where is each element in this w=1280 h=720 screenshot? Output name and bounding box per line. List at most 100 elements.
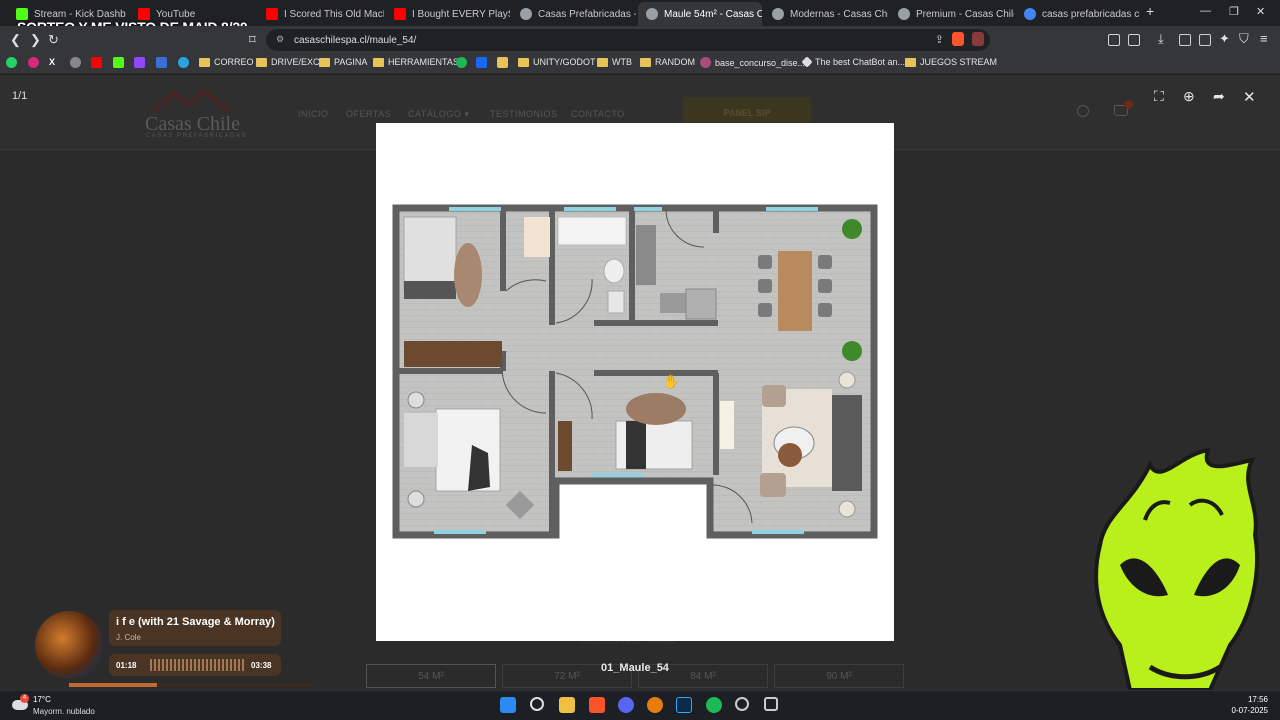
obs-icon[interactable]	[735, 697, 749, 711]
start-icon[interactable]	[500, 697, 516, 713]
new-tab-button[interactable]: +	[1146, 3, 1154, 19]
folder-icon	[640, 57, 651, 67]
spotify-icon[interactable]	[706, 697, 722, 713]
temperature: 17°C	[33, 695, 51, 704]
bookmark-base-concurso[interactable]: base_concurso_dise...	[700, 57, 805, 68]
reload-icon[interactable]: ↻	[48, 32, 59, 48]
bookmark-correo[interactable]: CORREO	[199, 57, 254, 67]
folder-icon	[373, 57, 384, 67]
sidebar-icon[interactable]	[1179, 34, 1191, 46]
whatsapp-icon[interactable]	[6, 57, 17, 68]
tab-casas-prefabricadas[interactable]: Casas Prefabricadas - Casas	[512, 2, 636, 26]
album-art	[35, 611, 103, 679]
nav-testimonios[interactable]: TESTIMONIOS	[490, 109, 558, 119]
photoshop-icon[interactable]	[676, 697, 692, 713]
youtube-bookmark-icon[interactable]	[91, 57, 102, 68]
zoom-icon[interactable]: ⊕	[1183, 88, 1195, 105]
lightbox-caption: 01_Maule_54	[601, 662, 669, 674]
address-bar[interactable]: ⚙ casaschilespa.cl/maule_54/ ⇪	[266, 29, 990, 51]
share-page-icon[interactable]: ⇪	[935, 33, 944, 46]
stream-mascot	[1094, 447, 1259, 690]
twitch-icon[interactable]	[134, 57, 145, 68]
lightbox-counter: 1/1	[12, 90, 28, 102]
file-explorer-icon[interactable]	[559, 697, 575, 713]
paypal-icon[interactable]	[156, 57, 167, 68]
chatbot-icon	[801, 56, 813, 68]
game-launcher-icon[interactable]	[764, 697, 778, 711]
downloads-icon[interactable]: ⤓	[1158, 31, 1164, 47]
globe-icon	[898, 8, 910, 20]
x-icon[interactable]: X	[49, 57, 55, 67]
system-clock[interactable]: 17:56 0-07-2025	[1232, 694, 1268, 716]
telegram-icon[interactable]	[178, 57, 189, 68]
bookmark-unity[interactable]: UNITY/GODOT	[518, 57, 596, 67]
waveform	[150, 659, 244, 671]
folder-icon	[256, 57, 267, 67]
bookmark-drive[interactable]: DRIVE/EXC	[256, 57, 320, 67]
nav-catalogo[interactable]: CATÁLOGO ▾	[408, 109, 469, 120]
bookmark-pagina[interactable]: PAGINA	[319, 57, 367, 67]
song-progress-fill	[69, 683, 157, 687]
bookmark-icon[interactable]: ⌑	[249, 32, 256, 48]
search-icon[interactable]	[530, 697, 544, 711]
floor-plan: ✋	[392, 204, 878, 539]
bookmark-wtb[interactable]: WTB	[597, 57, 632, 67]
house-roof-logo-icon	[152, 88, 232, 113]
size-tab-54[interactable]: 54 M²	[366, 664, 496, 688]
discord-icon[interactable]	[618, 697, 634, 713]
blender-icon[interactable]	[647, 697, 663, 713]
nav-ofertas[interactable]: OFERTAS	[346, 109, 391, 119]
song-title: i f e (with 21 Savage & Morray)	[116, 616, 275, 628]
tab-video-playstation[interactable]: I Bought EVERY PlayStation	[386, 2, 510, 26]
apple-icon[interactable]	[70, 57, 81, 68]
vpn-icon[interactable]: ⛉	[1239, 31, 1249, 47]
screen: Stream - Kick Dashboard YouTube I Scored…	[0, 0, 1280, 720]
share-icon[interactable]: ➦	[1213, 88, 1225, 105]
nav-contacto[interactable]: CONTACTO	[571, 109, 625, 119]
brave-rewards-icon[interactable]	[972, 32, 984, 46]
folder-icon	[518, 57, 529, 67]
window-close-icon[interactable]: ✕	[1256, 5, 1265, 18]
menu-icon[interactable]: ≡	[1260, 31, 1268, 46]
brave-icon[interactable]	[589, 697, 605, 713]
maximize-icon[interactable]: ❐	[1229, 5, 1239, 18]
lightbox-image[interactable]: ✋	[376, 123, 894, 641]
brave-shields-icon[interactable]	[952, 32, 964, 46]
tab-google-search[interactable]: casas prefabricadas chile	[1016, 2, 1140, 26]
weather-badge: 4	[20, 694, 29, 703]
back-icon[interactable]: ❮	[10, 32, 21, 48]
leo-ai-icon[interactable]: ✦	[1219, 31, 1230, 47]
tab-video-macbook[interactable]: I Scored This Old MacBook	[258, 2, 384, 26]
extensions-icon[interactable]	[1108, 34, 1120, 46]
minimize-icon[interactable]: —	[1200, 5, 1211, 17]
site-info-icon[interactable]: ⚙	[276, 34, 284, 45]
folder-icon	[597, 57, 608, 67]
tab-wallet-icon[interactable]	[1199, 34, 1211, 46]
close-icon[interactable]: ✕	[1243, 88, 1256, 106]
bookmark-juegos-stream[interactable]: JUEGOS STREAM	[905, 57, 997, 67]
bookmark-herramientas[interactable]: HERRAMIENTAS	[373, 57, 459, 67]
youtube-icon	[266, 8, 278, 20]
tab-modernas[interactable]: Modernas - Casas Chile	[764, 2, 888, 26]
tab-maule-54[interactable]: Maule 54m² - Casas C✕	[638, 2, 762, 26]
bookmark-chatbot[interactable]: The best ChatBot an...	[801, 56, 905, 68]
taskbar: 4 17°C Mayorm. nublado 17:56 0-07-2025	[0, 690, 1280, 720]
behance-icon[interactable]	[476, 57, 487, 68]
instagram-icon[interactable]	[28, 57, 39, 68]
forward-icon[interactable]: ❯	[30, 32, 41, 48]
bookmarks-bar: X CORREO DRIVE/EXC PAGINA HERRAMIENTAS U…	[0, 54, 1280, 74]
tab-premium[interactable]: Premium - Casas Chile	[890, 2, 1014, 26]
wallet-icon[interactable]	[1128, 34, 1140, 46]
site-logo-subtitle: CASAS PREFABRICADAS	[146, 133, 247, 139]
nav-inicio[interactable]: INICIO	[298, 109, 329, 119]
hand-cursor-icon: ✋	[663, 374, 679, 390]
account-icon[interactable]	[1077, 105, 1089, 117]
now-playing-widget: i f e (with 21 Savage & Morray) J. Cole …	[33, 610, 313, 690]
bookmark-random[interactable]: RANDOM	[640, 57, 695, 67]
weather-description: Mayorm. nublado	[33, 707, 95, 716]
spotify-bookmark-icon[interactable]	[456, 57, 467, 68]
kick-bookmark-icon[interactable]	[113, 57, 124, 68]
fullscreen-icon[interactable]: ⛶	[1154, 88, 1164, 105]
size-tab-90[interactable]: 90 M²	[774, 664, 904, 688]
calendar-icon[interactable]	[497, 57, 508, 68]
